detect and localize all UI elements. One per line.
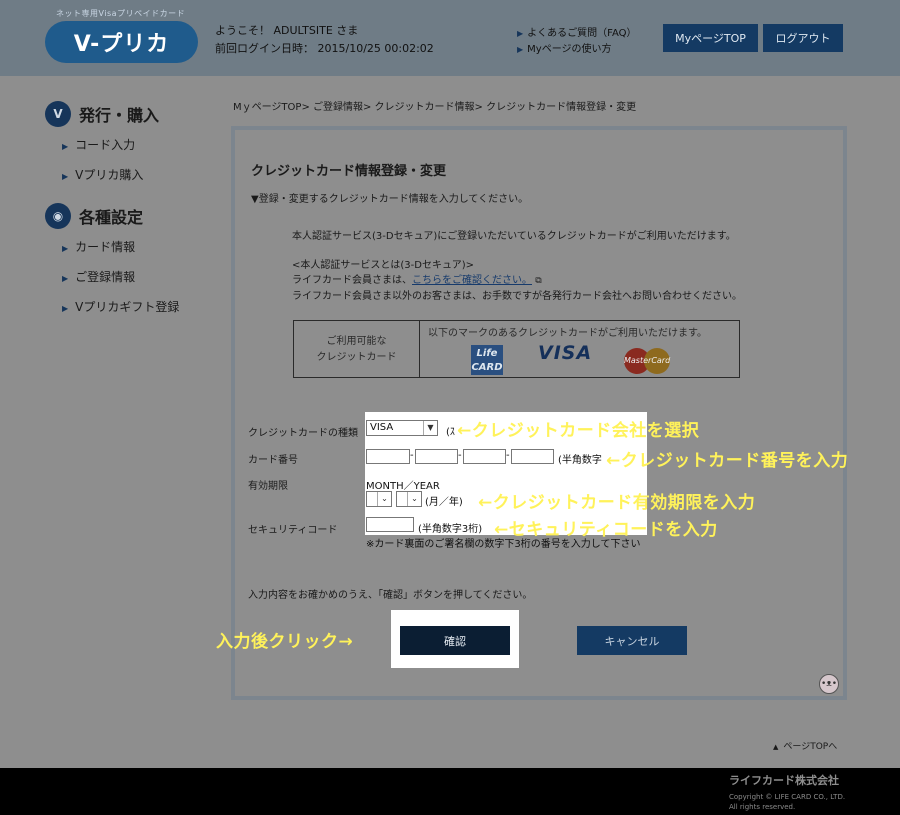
breadcrumb: MｙページTOP> ご登録情報> クレジットカード情報> クレジットカード情報登… bbox=[233, 102, 637, 113]
info-subheading: <本人認証サービスとは(3-Dセキュア)> bbox=[292, 260, 475, 271]
visa-logo: VISA bbox=[538, 342, 593, 364]
annotation-enter-number: ←クレジットカード番号を入力 bbox=[606, 451, 849, 471]
info-text: 本人認証サービス(3-Dセキュア)にご登録いただいているクレジットカードがご利用… bbox=[292, 231, 736, 242]
logo-tagline: ネット専用Visaプリペイドカード bbox=[56, 9, 186, 18]
card-type-select[interactable]: VISA ▼ bbox=[366, 420, 438, 436]
security-code-label: セキュリティコード bbox=[248, 525, 338, 536]
cancel-button[interactable]: キャンセル bbox=[577, 626, 687, 655]
sidebar-item-registration[interactable]: ▶ ご登録情報 bbox=[62, 268, 135, 285]
confirm-prompt: 入力内容をお確かめのうえ、「確認」ボタンを押してください。 bbox=[248, 590, 533, 601]
expiry-year-select[interactable]: ⌄ bbox=[396, 491, 422, 507]
card-number-input-4[interactable] bbox=[511, 449, 554, 464]
logo[interactable]: V-プリカ bbox=[45, 21, 198, 63]
sidebar-item-gift[interactable]: ▶ Vプリカギフト登録 bbox=[62, 298, 179, 315]
confirm-button[interactable]: 確認 bbox=[400, 626, 510, 655]
sidebar-item-purchase[interactable]: ▶ Vプリカ購入 bbox=[62, 166, 143, 183]
expiry-caption: MONTH／YEAR bbox=[366, 481, 440, 492]
info-text: ライフカード会員さま以外のお客さまは、お手数ですが各発行カード会社へお問い合わせ… bbox=[292, 291, 742, 302]
arrow-right-icon: ▶ bbox=[62, 274, 69, 283]
sidebar-item-code-input[interactable]: ▶ コード入力 bbox=[62, 136, 135, 153]
annotation-enter-expiry: ←クレジットカード有効期限を入力 bbox=[478, 493, 756, 513]
arrow-right-icon: ▶ bbox=[62, 172, 69, 181]
page-top-link[interactable]: ▲ ページTOPへ bbox=[773, 739, 837, 752]
card-number-input-3[interactable] bbox=[463, 449, 506, 464]
sidebar-section-purchase: V 発行・購入 bbox=[45, 101, 159, 127]
card-type-label: クレジットカードの種類 bbox=[248, 428, 358, 439]
card-table: ご利用可能な クレジットカード 以下のマークのあるクレジットカードがご利用いただけ… bbox=[293, 320, 740, 378]
mypage-top-button[interactable]: MyページTOP bbox=[663, 24, 758, 52]
annotation-enter-security: ←セキュリティコードを入力 bbox=[494, 520, 718, 540]
card-number-hint: (半角数字 bbox=[558, 455, 602, 466]
security-code-input[interactable] bbox=[366, 517, 414, 532]
chevron-down-icon: ▼ bbox=[423, 421, 437, 435]
lifecard-logo: Life CARD bbox=[471, 345, 503, 375]
annotation-select-company: ←クレジットカード会社を選択 bbox=[457, 421, 700, 441]
sidebar-item-card-info[interactable]: ▶ カード情報 bbox=[62, 238, 135, 255]
arrow-right-icon: ▶ bbox=[62, 304, 69, 313]
annotation-click-after: 入力後クリック→ bbox=[216, 632, 354, 652]
card-table-label: ご利用可能な クレジットカード bbox=[294, 321, 420, 377]
sidebar-section-settings: ◉ 各種設定 bbox=[45, 203, 143, 229]
footer-company: ライフカード株式会社 bbox=[729, 774, 839, 787]
external-link-icon: ⧉ bbox=[535, 276, 542, 286]
card-type-hint: (ｽ bbox=[446, 427, 455, 438]
chevron-down-icon: ⌄ bbox=[407, 492, 421, 506]
mascot-icon: •ᴥ• bbox=[819, 674, 839, 694]
expiry-unit: (月／年) bbox=[425, 497, 463, 508]
welcome-text: ようこそ！ ADULTSITE さま bbox=[215, 24, 359, 37]
instruction-text: ▼登録・変更するクレジットカード情報を入力してください。 bbox=[251, 194, 529, 205]
expiry-label: 有効期限 bbox=[248, 481, 288, 492]
faq-link[interactable]: ▶ よくあるご質問（FAQ） bbox=[517, 24, 637, 39]
logout-button[interactable]: ログアウト bbox=[763, 24, 843, 52]
card-icon: V bbox=[45, 101, 71, 127]
footer-copyright: Copyright © LIFE CARD CO., LTD. All right… bbox=[729, 793, 846, 811]
mypage-guide-link[interactable]: ▶ Myページの使い方 bbox=[517, 40, 612, 55]
mastercard-logo: MasterCard bbox=[624, 348, 670, 374]
lock-icon: ◉ bbox=[45, 203, 71, 229]
card-number-input-2[interactable] bbox=[415, 449, 458, 464]
lifecard-link[interactable]: こちらをご確認ください。 bbox=[412, 275, 532, 286]
card-table-text: 以下のマークのあるクレジットカードがご利用いただけます。 bbox=[428, 328, 707, 339]
arrow-right-icon: ▶ bbox=[517, 45, 524, 54]
arrow-right-icon: ▶ bbox=[62, 244, 69, 253]
card-number-input-1[interactable] bbox=[366, 449, 410, 464]
expiry-month-select[interactable]: ⌄ bbox=[366, 491, 392, 507]
info-text: ライフカード会員さまは、こちらをご確認ください。 ⧉ bbox=[292, 275, 542, 286]
page-title: クレジットカード情報登録・変更 bbox=[251, 164, 447, 179]
chevron-down-icon: ⌄ bbox=[377, 492, 391, 506]
arrow-up-icon: ▲ bbox=[773, 743, 779, 751]
card-number-label: カード番号 bbox=[248, 455, 298, 466]
security-code-hint: (半角数字3桁) bbox=[418, 524, 483, 535]
arrow-right-icon: ▶ bbox=[62, 142, 69, 151]
last-login-text: 前回ログイン日時： 2015/10/25 00:02:02 bbox=[215, 42, 434, 55]
arrow-right-icon: ▶ bbox=[517, 29, 524, 38]
